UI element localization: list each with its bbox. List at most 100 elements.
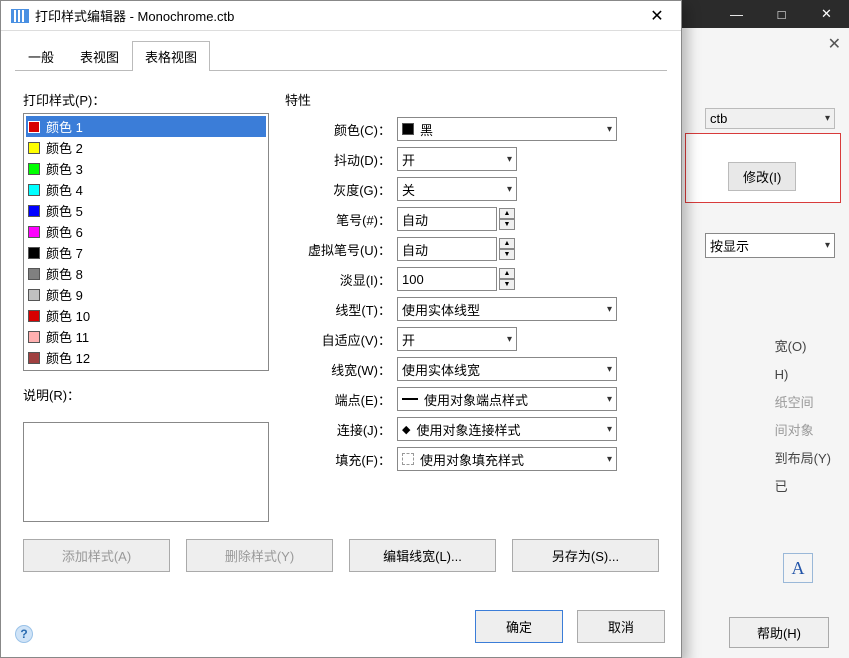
add-style-button[interactable]: 添加样式(A) — [23, 539, 170, 572]
dither-value: 开 — [402, 150, 415, 169]
vpen-label: 虚拟笔号(U)： — [285, 240, 397, 259]
color-swatch-icon — [28, 247, 40, 259]
color-swatch-icon — [28, 352, 40, 364]
endcap-select[interactable]: 使用对象端点样式 ▾ — [397, 387, 617, 411]
styles-listbox[interactable]: 颜色 1颜色 2颜色 3颜色 4颜色 5颜色 6颜色 7颜色 8颜色 9颜色 1… — [23, 113, 269, 371]
vpen-spinner[interactable]: ▲ ▼ — [499, 238, 515, 260]
chevron-down-icon: ▾ — [825, 113, 830, 124]
chevron-down-icon: ▾ — [607, 394, 612, 405]
partial-label: 宽(O) — [775, 333, 831, 361]
color-swatch-icon — [28, 331, 40, 343]
gray-select[interactable]: 关 ▾ — [397, 177, 517, 201]
secondary-close-icon[interactable]: ✕ — [828, 34, 841, 54]
cancel-button[interactable]: 取消 — [577, 610, 665, 643]
list-item[interactable]: 颜色 10 — [26, 305, 266, 326]
pen-spinner[interactable]: ▲ ▼ — [499, 208, 515, 230]
list-item[interactable]: 颜色 13 — [26, 368, 266, 371]
delete-style-button[interactable]: 删除样式(Y) — [186, 539, 333, 572]
help-button[interactable]: 帮助(H) — [729, 617, 829, 648]
fade-spinner[interactable]: ▲ ▼ — [499, 268, 515, 290]
list-item[interactable]: 颜色 4 — [26, 179, 266, 200]
pen-value: 自动 — [402, 210, 428, 229]
join-label: 连接(J)： — [285, 420, 397, 439]
display-select[interactable]: 按显示 ▾ — [705, 233, 835, 258]
dialog-titlebar: 打印样式编辑器 - Monochrome.ctb ✕ — [1, 1, 681, 31]
fade-input[interactable]: 100 — [397, 267, 497, 291]
pen-label: 笔号(#)： — [285, 210, 397, 229]
spin-up-icon[interactable]: ▲ — [499, 238, 515, 249]
adapt-select[interactable]: 开 ▾ — [397, 327, 517, 351]
list-item[interactable]: 颜色 6 — [26, 221, 266, 242]
partial-label: 到布局(Y) — [775, 445, 831, 473]
list-item[interactable]: 颜色 9 — [26, 284, 266, 305]
list-item-label: 颜色 9 — [46, 285, 83, 304]
description-textarea[interactable] — [23, 422, 269, 522]
spin-up-icon[interactable]: ▲ — [499, 208, 515, 219]
tab-bar: 一般 表视图 表格视图 — [1, 31, 681, 71]
list-item-label: 颜色 13 — [46, 369, 90, 371]
partial-label: 间对象 — [775, 417, 831, 445]
spin-down-icon[interactable]: ▼ — [499, 249, 515, 260]
dialog-close-icon[interactable]: ✕ — [637, 6, 677, 26]
list-item-label: 颜色 11 — [46, 327, 89, 346]
line-icon — [402, 398, 418, 400]
dither-label: 抖动(D)： — [285, 150, 397, 169]
dither-select[interactable]: 开 ▾ — [397, 147, 517, 171]
join-select[interactable]: ◆使用对象连接样式 ▾ — [397, 417, 617, 441]
spin-up-icon[interactable]: ▲ — [499, 268, 515, 279]
spin-down-icon[interactable]: ▼ — [499, 279, 515, 290]
ltype-value: 使用实体线型 — [402, 300, 480, 319]
list-item[interactable]: 颜色 5 — [26, 200, 266, 221]
ok-button[interactable]: 确定 — [475, 610, 563, 643]
list-item-label: 颜色 3 — [46, 159, 83, 178]
list-item[interactable]: 颜色 11 — [26, 326, 266, 347]
tab-general[interactable]: 一般 — [15, 41, 67, 71]
ctb-select[interactable]: ctb ▾ — [705, 108, 835, 129]
list-item-label: 颜色 7 — [46, 243, 83, 262]
modify-button[interactable]: 修改(I) — [728, 162, 796, 191]
partial-label: 纸空间 — [775, 389, 831, 417]
chevron-down-icon: ▾ — [507, 334, 512, 345]
list-item[interactable]: 颜色 2 — [26, 137, 266, 158]
dialog-content: 打印样式(P)： 颜色 1颜色 2颜色 3颜色 4颜色 5颜色 6颜色 7颜色 … — [1, 72, 681, 535]
minimize-button[interactable]: — — [714, 0, 759, 28]
color-swatch-icon — [28, 184, 40, 196]
list-item[interactable]: 颜色 1 — [26, 116, 266, 137]
chevron-down-icon: ▾ — [507, 154, 512, 165]
close-button[interactable]: ✕ — [804, 0, 849, 28]
list-item[interactable]: 颜色 12 — [26, 347, 266, 368]
chevron-down-icon: ▾ — [607, 364, 612, 375]
color-swatch-icon — [28, 121, 40, 133]
row-lwidth: 线宽(W)： 使用实体线宽 ▾ — [285, 357, 659, 381]
pen-input[interactable]: 自动 — [397, 207, 497, 231]
lwidth-select[interactable]: 使用实体线宽 ▾ — [397, 357, 617, 381]
left-column: 打印样式(P)： 颜色 1颜色 2颜色 3颜色 4颜色 5颜色 6颜色 7颜色 … — [23, 90, 269, 525]
dialog-title: 打印样式编辑器 - Monochrome.ctb — [35, 6, 637, 25]
edit-lineweight-button[interactable]: 编辑线宽(L)... — [349, 539, 496, 572]
tab-form-view[interactable]: 表格视图 — [132, 41, 210, 71]
list-item[interactable]: 颜色 8 — [26, 263, 266, 284]
app-icon — [11, 9, 29, 23]
maximize-button[interactable]: □ — [759, 0, 804, 28]
row-fade: 淡显(I)： 100 ▲ ▼ — [285, 267, 659, 291]
list-item[interactable]: 颜色 3 — [26, 158, 266, 179]
save-as-button[interactable]: 另存为(S)... — [512, 539, 659, 572]
partial-label: 已 — [775, 473, 831, 501]
help-icon[interactable]: ? — [15, 625, 33, 643]
spin-down-icon[interactable]: ▼ — [499, 219, 515, 230]
join-value: 使用对象连接样式 — [416, 420, 520, 439]
list-item-label: 颜色 8 — [46, 264, 83, 283]
vpen-input[interactable]: 自动 — [397, 237, 497, 261]
a-icon[interactable]: A — [783, 553, 813, 583]
color-select[interactable]: 黑 ▾ — [397, 117, 617, 141]
ltype-select[interactable]: 使用实体线型 ▾ — [397, 297, 617, 321]
partial-label-list: 宽(O) H) 纸空间 间对象 到布局(Y) 已 — [775, 333, 831, 501]
fill-select[interactable]: 使用对象填充样式 ▾ — [397, 447, 617, 471]
adapt-label: 自适应(V)： — [285, 330, 397, 349]
gray-value: 关 — [402, 180, 415, 199]
lwidth-label: 线宽(W)： — [285, 360, 397, 379]
tab-table-view[interactable]: 表视图 — [67, 41, 132, 71]
list-item[interactable]: 颜色 7 — [26, 242, 266, 263]
bg-body: ✕ ctb ▾ 修改(I) 按显示 ▾ 宽(O) H) 纸空间 间对象 到布局(… — [680, 28, 849, 658]
color-swatch-icon — [28, 310, 40, 322]
